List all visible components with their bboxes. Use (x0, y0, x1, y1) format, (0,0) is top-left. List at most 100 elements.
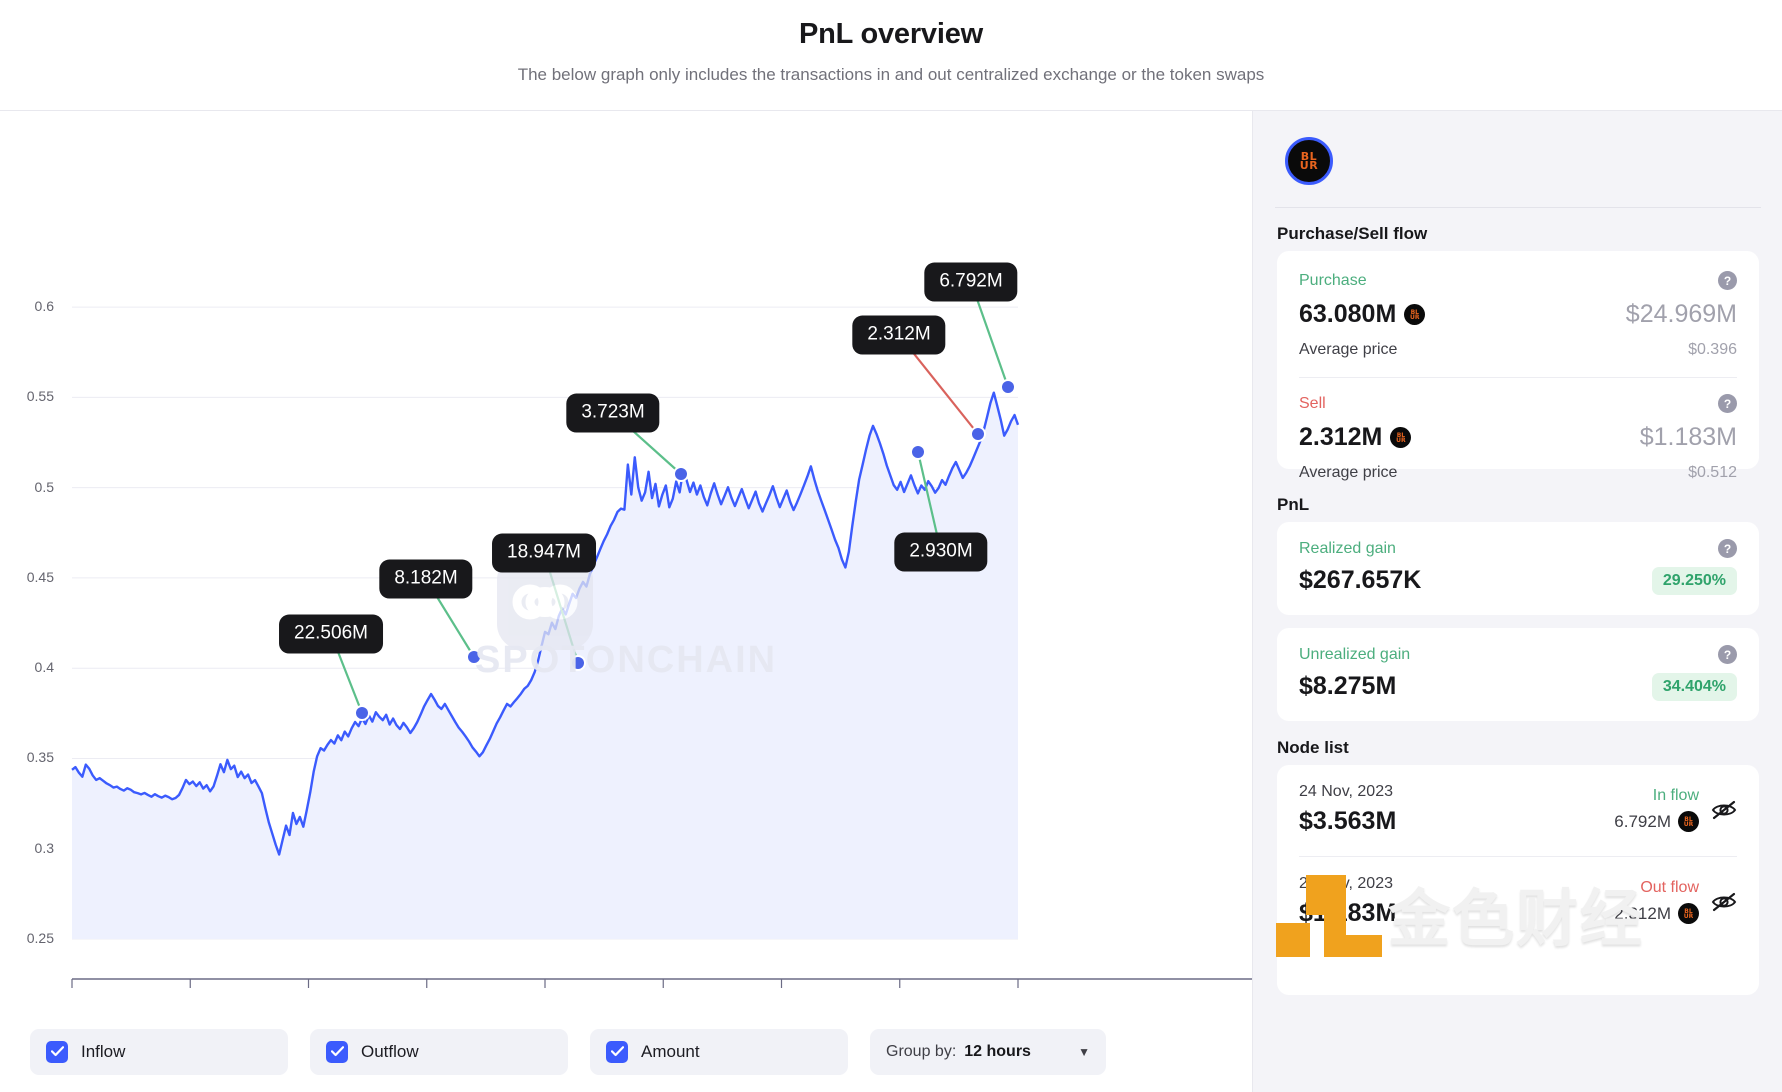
checkbox-amount-label: Amount (641, 1041, 700, 1061)
checkbox-inflow[interactable]: Inflow (30, 1028, 288, 1075)
help-icon[interactable]: ? (1718, 645, 1737, 664)
sell-label: Sell (1299, 394, 1326, 412)
annotation-tooltip[interactable]: 18.947M (492, 533, 596, 573)
purchase-amount: 63.080M BL UR (1299, 300, 1426, 329)
y-axis-tick: 0.55 (26, 388, 54, 405)
blur-token-mini-icon: BL UR (1390, 427, 1412, 448)
realized-value-row: $267.657K 29.250% (1299, 566, 1737, 595)
realized-gain-pct-badge: 29.250% (1651, 566, 1737, 595)
node-item-amount: 6.792M (1614, 811, 1671, 831)
node-list-separator (1299, 856, 1737, 857)
sidebar-divider (1275, 207, 1761, 208)
node-item-usd: $3.563M (1299, 807, 1397, 835)
realized-gain-label: Realized gain (1299, 539, 1396, 557)
checkbox-outflow-label: Outflow (361, 1041, 419, 1061)
group-by-label: Group by: (886, 1042, 957, 1060)
group-by-value: 12 hours (964, 1042, 1031, 1060)
sell-amount-row: 2.312M BL UR $1.183M (1299, 423, 1737, 452)
checkbox-outflow[interactable]: Outflow (310, 1028, 568, 1075)
annotation-tooltip[interactable]: 3.723M (566, 393, 660, 433)
unrealized-gain-pct-badge: 34.404% (1651, 672, 1737, 701)
y-axis-tick: 0.6 (34, 298, 54, 315)
purchase-avg-value: $0.396 (1688, 341, 1737, 358)
page-title: PnL overview (798, 18, 984, 50)
eye-off-icon[interactable] (1711, 891, 1737, 913)
purchase-sell-section-title: Purchase/Sell flow (1277, 224, 1428, 243)
checkbox-inflow-label: Inflow (81, 1041, 126, 1061)
token-logo-row: BL UR (1285, 137, 1333, 185)
blur-token-mini-icon: BL UR (1678, 903, 1699, 924)
chart-column: SPOTONCHAIN 0.25 0.3 0.35 0.4 0.45 0.5 0.55 0.6… (0, 111, 1252, 1092)
node-item-left: 24 Nov, 2023 $3.563M (1299, 783, 1396, 836)
page-subtitle: The below graph only includes the transa… (517, 65, 1265, 84)
purchase-label: Purchase (1299, 271, 1367, 289)
y-axis-tick: 0.35 (26, 749, 54, 766)
unrealized-gain-value: $8.275M (1299, 672, 1397, 700)
sell-amount: 2.312M BL UR (1299, 423, 1412, 452)
sell-avg-label: Average price (1299, 464, 1398, 481)
node-item-date: 24 Nov, 2023 (1299, 783, 1393, 800)
purchase-usd: $24.969M (1625, 300, 1737, 328)
unrealized-label-row: Unrealized gain ? (1299, 645, 1737, 664)
blur-token-icon: BL UR (1285, 137, 1333, 185)
annotation-tooltip[interactable]: 2.930M (894, 532, 988, 572)
purchase-amount-value: 63.080M (1299, 300, 1397, 328)
node-list-item[interactable]: 24 Nov, 2023 $3.563M In flow 6.792M BL UR (1299, 783, 1737, 836)
y-axis-tick: 0.5 (34, 478, 54, 495)
annotation-data-point (912, 446, 924, 458)
annotation-data-point (1002, 381, 1014, 393)
chart-controls: Inflow Outflow Amount Group by: 12 hours… (0, 1011, 1252, 1092)
annotation-tooltip[interactable]: 2.312M (852, 315, 946, 355)
y-axis-tick: 0.45 (26, 568, 54, 585)
pnl-section-title: PnL (1277, 495, 1310, 514)
pnl-overview-page: PnL overview The below graph only includ… (0, 0, 1782, 1092)
check-icon[interactable] (46, 1040, 68, 1063)
group-by-dropdown[interactable]: Group by: 12 hours ▼ (870, 1028, 1106, 1075)
purchase-avg-row: Average price $0.396 (1299, 341, 1737, 359)
eye-off-icon[interactable] (1711, 799, 1737, 821)
y-axis-tick: 0.25 (26, 930, 54, 946)
y-axis-tick: 0.3 (34, 839, 54, 856)
annotation-data-point (356, 707, 368, 719)
blur-token-mini-icon: BL UR (1404, 304, 1426, 325)
realized-gain-card: Realized gain ? $267.657K 29.250% (1277, 522, 1759, 615)
purchase-label-row: Purchase ? (1299, 271, 1737, 290)
unrealized-gain-card: Unrealized gain ? $8.275M 34.404% (1277, 628, 1759, 721)
jinse-watermark-text: 金色财经 (1388, 882, 1645, 955)
purchase-avg-label: Average price (1299, 341, 1398, 358)
spotonchain-watermark-text: SPOTONCHAIN (475, 639, 778, 681)
annotation-data-point (972, 428, 984, 440)
sell-avg-row: Average price $0.512 (1299, 464, 1737, 482)
price-chart[interactable]: SPOTONCHAIN (0, 111, 1252, 988)
annotation-tooltip[interactable]: 22.506M (279, 614, 383, 654)
chart-canvas (71, 281, 1252, 988)
purchase-amount-row: 63.080M BL UR $24.969M (1299, 300, 1737, 329)
sell-amount-value: 2.312M (1299, 423, 1383, 451)
unrealized-gain-label: Unrealized gain (1299, 645, 1411, 663)
unrealized-value-row: $8.275M 34.404% (1299, 672, 1737, 701)
check-icon[interactable] (326, 1040, 348, 1063)
sidebar: BL UR Purchase/Sell flow Purchase ? 63.08… (1252, 111, 1782, 1092)
y-axis-tick: 0.4 (34, 659, 54, 676)
realized-gain-value: $267.657K (1299, 566, 1422, 594)
sell-avg-value: $0.512 (1688, 464, 1737, 481)
chevron-down-icon[interactable]: ▼ (1078, 1045, 1090, 1059)
checkbox-amount[interactable]: Amount (590, 1028, 848, 1075)
help-icon[interactable]: ? (1718, 271, 1737, 290)
sell-label-row: Sell ? (1299, 394, 1737, 413)
annotation-tooltip[interactable]: 8.182M (379, 559, 473, 599)
annotation-tooltip[interactable]: 6.792M (924, 262, 1018, 302)
content-area: SPOTONCHAIN 0.25 0.3 0.35 0.4 0.45 0.5 0.55 0.6… (0, 111, 1782, 1092)
check-icon[interactable] (606, 1040, 628, 1063)
node-item-flow-label: In flow (1652, 787, 1699, 804)
purchase-sell-card: Purchase ? 63.080M BL UR $24.969M Average… (1277, 251, 1759, 481)
help-icon[interactable]: ? (1718, 394, 1737, 413)
page-header: PnL overview The below graph only includ… (0, 0, 1782, 110)
node-list-section-title: Node list (1277, 738, 1349, 757)
help-icon[interactable]: ? (1718, 539, 1737, 558)
card-separator (1299, 377, 1737, 378)
blur-token-glyph: BL UR (1299, 150, 1319, 172)
annotation-data-point (675, 468, 687, 480)
realized-label-row: Realized gain ? (1299, 539, 1737, 558)
sell-usd: $1.183M (1639, 423, 1737, 451)
